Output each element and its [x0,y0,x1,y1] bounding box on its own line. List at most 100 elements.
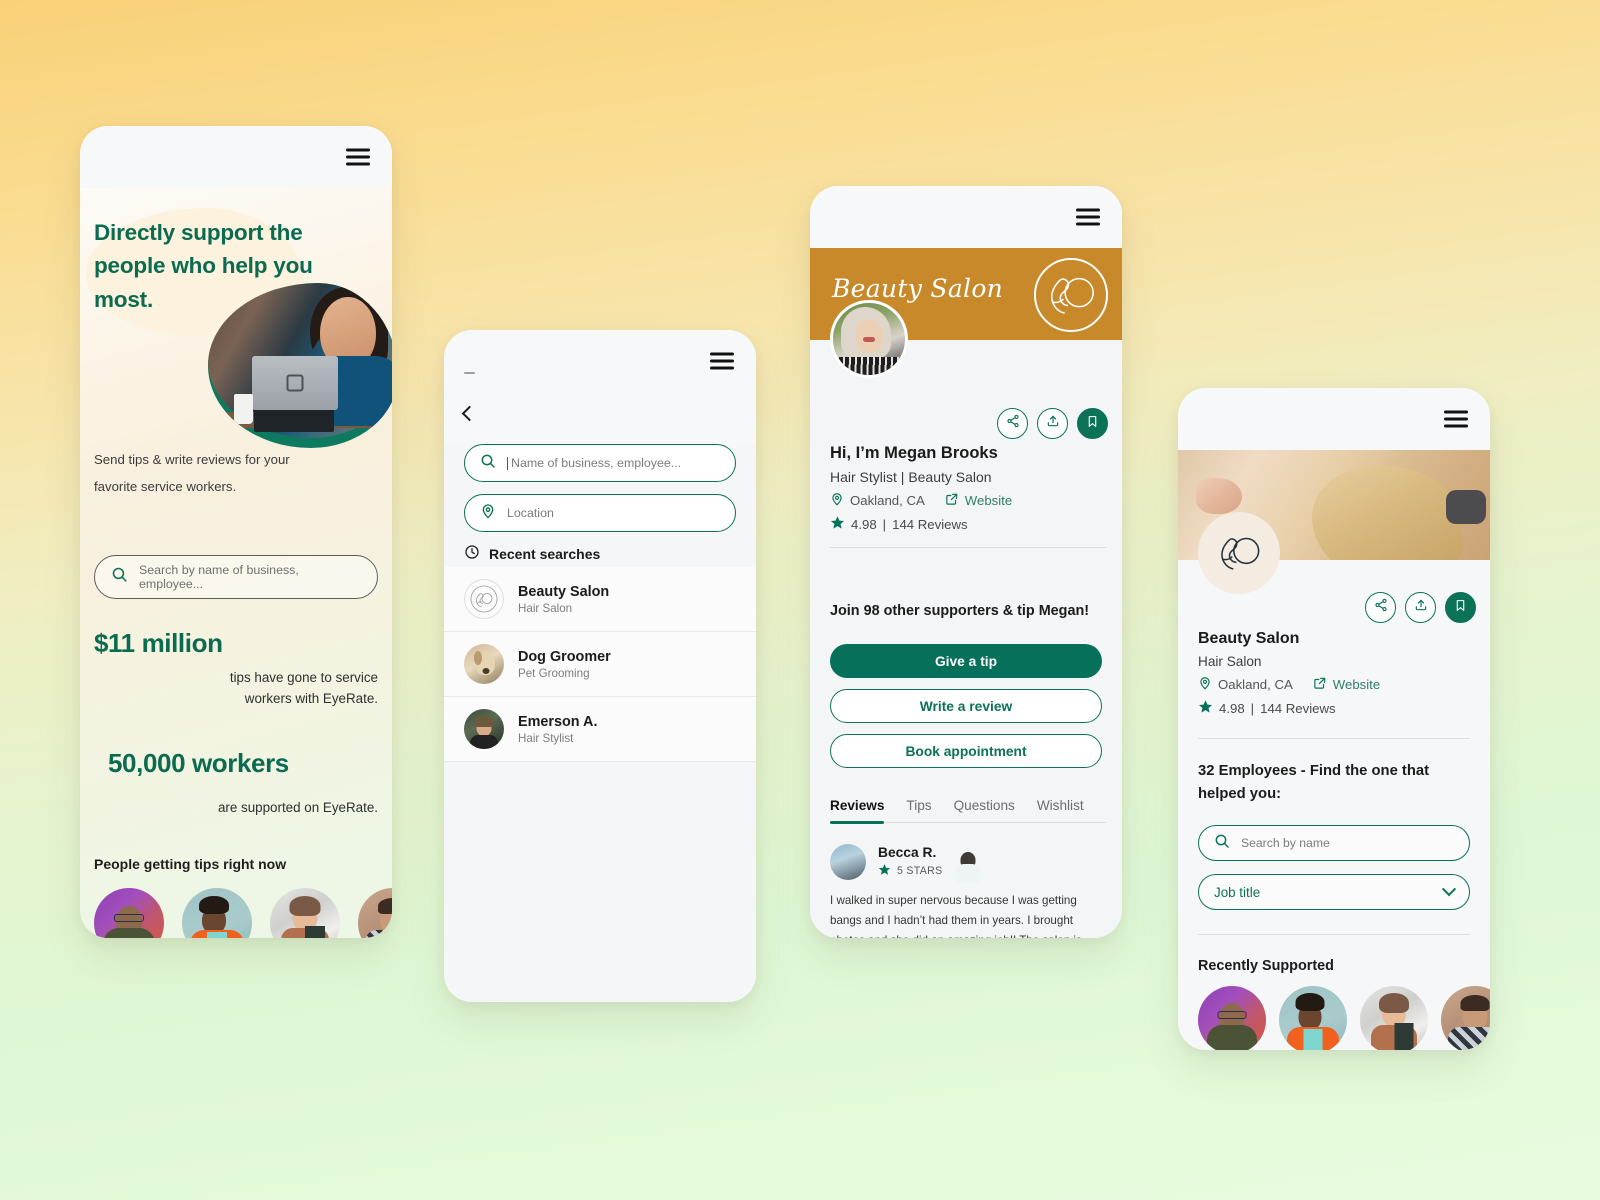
employee-search-input[interactable]: Search by name [1198,825,1470,861]
profile-info: Hi, I’m Megan Brooks Hair Stylist | Beau… [830,444,1106,548]
status-bar-1 [80,126,392,188]
location-input[interactable]: Location [464,494,736,532]
share-button[interactable] [997,408,1028,439]
review-author: Becca R. [878,845,937,860]
stat-value-2: 50,000 workers [108,748,289,778]
avatar[interactable] [1198,986,1266,1050]
tab-wishlist[interactable]: Wishlist [1037,798,1084,822]
write-review-button[interactable]: Write a review [830,689,1102,723]
status-bar-4 [1178,388,1490,450]
divider [830,547,1106,548]
search-icon [1214,833,1230,854]
status-indicator [464,372,475,374]
hamburger-icon[interactable] [710,352,734,370]
save-button[interactable] [1077,408,1108,439]
tab-tips[interactable]: Tips [906,798,931,822]
upload-icon [1046,414,1060,433]
upload-button[interactable] [1037,408,1068,439]
avatar[interactable] [1360,986,1428,1050]
job-title-value: Job title [1214,884,1261,900]
hamburger-icon[interactable] [346,148,370,166]
list-item[interactable]: Sarah M. [270,888,340,938]
external-link-icon[interactable] [1313,676,1327,693]
list-item-title: Beauty Salon [518,583,610,600]
supporters-line: Join 98 other supporters & tip Megan! [830,603,1090,619]
divider [1198,738,1470,739]
clock-icon [464,544,480,563]
business-actions [1365,592,1476,623]
profile-role: Hair Stylist | Beauty Salon [830,469,992,485]
business-search-input[interactable]: Name of business, employee... [464,444,736,482]
hamburger-icon[interactable] [1076,208,1100,226]
review-body: I walked in super nervous because I was … [830,891,1106,938]
location-placeholder: Location [507,506,554,520]
business-location: Oakland, CA [1218,677,1293,692]
list-item-subtitle: Hair Stylist [518,731,574,745]
list-item-title: Dog Groomer [518,648,611,665]
salon-logo-icon [464,579,504,619]
chevron-left-icon[interactable] [461,405,478,422]
avatar [830,300,908,378]
list-item[interactable]: Ally L. [182,888,252,938]
avatar[interactable] [1279,986,1347,1050]
rating-separator: | [1250,700,1255,716]
hamburger-icon[interactable] [1444,410,1468,428]
list-item[interactable]: Dog Groomer Pet Grooming [444,632,756,697]
employee-search-placeholder: Search by name [1241,836,1330,850]
business-name: Beauty Salon [1198,630,1300,647]
profile-location-row: Oakland, CA Website [830,492,1106,509]
tab-questions[interactable]: Questions [954,798,1015,822]
status-bar-3 [810,186,1122,248]
map-pin-icon [480,503,496,524]
external-link-icon[interactable] [945,492,959,509]
business-search-placeholder: Name of business, employee... [511,456,682,470]
list-item[interactable]: Emerson A. Hair Stylist [444,697,756,762]
job-title-select[interactable]: Job title [1198,874,1470,910]
list-item[interactable]: Nathan H. [94,888,164,938]
star-icon [1198,699,1213,717]
save-button[interactable] [1445,592,1476,623]
list-item[interactable]: Doug [358,888,392,938]
recently-supported-title: Recently Supported [1198,958,1334,974]
rating-value: 4.98 [1219,700,1245,716]
list-item[interactable]: Beauty Salon Hair Salon [444,567,756,632]
business-info: Beauty Salon Hair Salon Oakland, CA Webs… [1198,630,1474,717]
upload-button[interactable] [1405,592,1436,623]
review-stars-label: 5 STARS [897,865,943,877]
avatar[interactable] [1441,986,1490,1050]
chevron-down-icon [1441,882,1457,897]
reviews-count: 144 Reviews [1260,700,1336,716]
stat-caption-2: are supported on EyeRate. [217,800,378,815]
profile-name: Hi, I’m Megan Brooks [830,444,998,462]
give-tip-button[interactable]: Give a tip [830,644,1102,678]
website-link[interactable]: Website [1333,677,1380,692]
profile-tabs: Reviews Tips Questions Wishlist [830,798,1106,824]
search-icon [111,566,128,588]
list-item-title: Emerson A. [518,713,598,730]
home-body: Directly support the people who help you… [80,188,392,938]
tab-reviews[interactable]: Reviews [830,798,885,824]
salon-logo-icon [1198,512,1280,594]
avatar [830,844,980,882]
recent-searches-label: Recent searches [489,545,601,562]
avatar [464,709,504,749]
book-appointment-button[interactable]: Book appointment [830,734,1102,768]
website-link[interactable]: Website [965,493,1012,508]
reviews-count: 144 Reviews [892,516,968,532]
search-input[interactable]: Search by name of business, employee... [94,555,378,599]
profile-rating-row: 4.98 | 144 Reviews [830,515,1106,533]
bookmark-icon [1454,599,1467,617]
avatar [464,644,504,684]
share-button[interactable] [1365,592,1396,623]
salon-logo-icon [1034,258,1108,332]
review-rating: 5 STARS [878,863,942,879]
search-body: Name of business, employee... Location R… [444,392,756,1002]
list-item-subtitle: Pet Grooming [518,666,590,680]
avatar [270,888,340,938]
rating-value: 4.98 [851,516,877,532]
avatar [358,888,392,938]
back-row [444,392,756,444]
review-text: I walked in super nervous because I was … [830,894,1082,938]
stat-caption-1: tips have gone to service workers with E… [148,668,378,710]
star-icon [830,515,845,533]
